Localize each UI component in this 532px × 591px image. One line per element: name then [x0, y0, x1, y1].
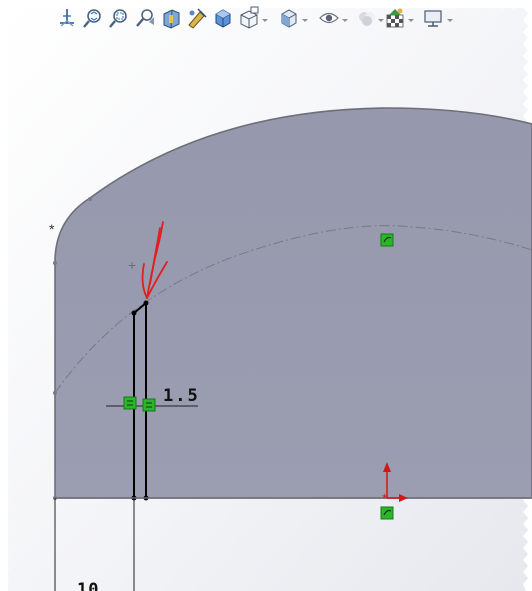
section-view-button[interactable]: [160, 6, 182, 30]
visibility-button[interactable]: [318, 6, 340, 30]
previous-view-icon: [136, 9, 154, 27]
svg-text:*: *: [382, 491, 387, 506]
sketch-viewport[interactable]: + * *: [0, 0, 532, 591]
sketch-point-star[interactable]: *: [49, 221, 55, 237]
previous-view-button[interactable]: [134, 6, 156, 30]
normal-to-icon: [60, 9, 74, 27]
section-view-icon: [163, 9, 180, 29]
view-settings-button[interactable]: [422, 6, 444, 30]
display-style-dropdown[interactable]: [261, 12, 269, 22]
heads-up-view-toolbar: [52, 6, 472, 32]
hide-show-dropdown[interactable]: [301, 12, 309, 22]
relation-badge-horizontal[interactable]: [142, 398, 156, 412]
chevron-down-icon: [447, 19, 453, 22]
dimension-value-offset[interactable]: 10: [77, 580, 99, 591]
zoom-to-area-button[interactable]: [108, 6, 130, 30]
view-orientation-icon: [215, 9, 231, 28]
edit-appearance-icon: [359, 12, 375, 26]
relation-badge-tangent[interactable]: [380, 506, 394, 520]
visibility-dropdown[interactable]: [341, 12, 349, 22]
apply-scene-dropdown[interactable]: [407, 12, 415, 22]
display-style-button[interactable]: [238, 6, 260, 30]
eye-icon: [319, 12, 339, 24]
apply-scene-icon: [386, 8, 404, 28]
chevron-down-icon: [408, 19, 414, 22]
zoom-to-fit-icon: [83, 9, 101, 28]
zoom-to-area-icon: [109, 9, 127, 28]
hide-show-items-button[interactable]: [278, 6, 300, 30]
dynamic-annotation-icon: [188, 8, 207, 29]
chevron-down-icon: [262, 19, 268, 22]
normal-to-button[interactable]: [56, 6, 78, 30]
view-orientation-button[interactable]: [212, 6, 234, 30]
edit-appearance-button[interactable]: [356, 6, 378, 30]
dynamic-annotation-button[interactable]: [186, 6, 208, 30]
chevron-down-icon: [302, 19, 308, 22]
relation-badge-tangent[interactable]: [380, 233, 394, 247]
dimension-value-width[interactable]: 1.5: [163, 386, 200, 406]
slot-endpoint[interactable]: [131, 310, 137, 316]
chevron-down-icon: [342, 19, 348, 22]
arc-center-mark[interactable]: +: [128, 257, 136, 273]
zoom-to-fit-button[interactable]: [82, 6, 104, 30]
outline-vertex[interactable]: [88, 197, 92, 201]
hide-show-items-icon: [281, 9, 297, 28]
torn-edge-left: [0, 0, 9, 591]
monitor-icon: [424, 10, 442, 27]
apply-scene-button[interactable]: [384, 6, 406, 30]
view-settings-dropdown[interactable]: [446, 12, 454, 22]
display-style-icon: [240, 6, 259, 29]
slot-endpoint[interactable]: [143, 300, 149, 306]
outline-vertex[interactable]: [53, 261, 57, 265]
solidworks-graphics-area: + * * 1.5 10: [0, 0, 532, 591]
relation-badge-horizontal[interactable]: [123, 396, 137, 410]
